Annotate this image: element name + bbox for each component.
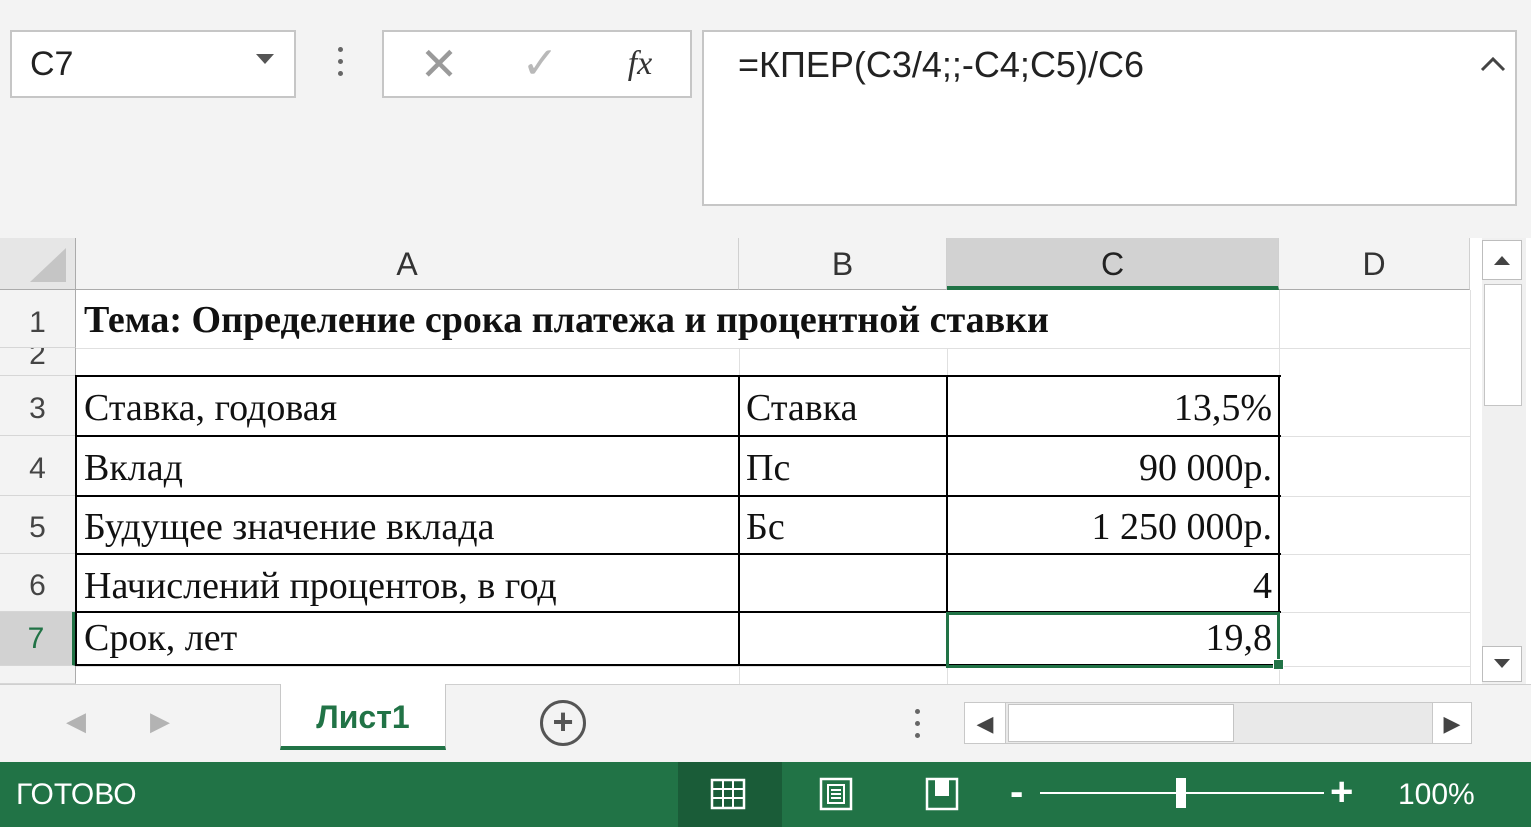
next-sheet-icon[interactable]: ▶ — [150, 706, 170, 737]
cell-a6[interactable]: Начислений процентов, в год — [84, 564, 557, 608]
row-header-1[interactable]: 1 — [0, 290, 76, 348]
row-header-6[interactable]: 6 — [0, 554, 76, 612]
enter-check-icon[interactable]: ✓ — [512, 32, 568, 96]
gridline — [947, 348, 948, 376]
collapse-formula-bar-icon[interactable] — [1478, 52, 1508, 76]
more-options-icon[interactable] — [910, 706, 924, 746]
prev-sheet-icon[interactable]: ◀ — [66, 706, 86, 737]
select-all-icon — [30, 248, 66, 282]
cell-c4[interactable]: 90 000р. — [950, 446, 1272, 490]
column-header-a[interactable]: A — [76, 238, 739, 290]
formula-input[interactable]: =КПЕР(C3/4;;-C4;C5)/C6 — [702, 30, 1517, 206]
chevron-down-icon[interactable] — [256, 54, 274, 64]
cell-c6[interactable]: 4 — [950, 564, 1272, 608]
row-header-7[interactable]: 7 — [0, 612, 76, 666]
gridline — [1279, 496, 1470, 497]
gridline — [947, 666, 948, 684]
gridline — [1279, 554, 1470, 555]
cell-c5[interactable]: 1 250 000р. — [950, 505, 1273, 549]
scroll-right-button[interactable]: ▶ — [1432, 702, 1472, 744]
zoom-out-button[interactable]: - — [1010, 766, 1023, 818]
active-cell-selection[interactable] — [946, 612, 1280, 668]
gridline — [1279, 612, 1470, 613]
table-border — [75, 553, 1281, 555]
scroll-up-button[interactable] — [1482, 240, 1522, 280]
column-header-b[interactable]: B — [739, 238, 947, 290]
scroll-left-button[interactable]: ◀ — [964, 702, 1006, 744]
row-header-8[interactable] — [0, 666, 76, 684]
page-layout-view-icon[interactable] — [818, 776, 854, 812]
zoom-in-button[interactable]: + — [1330, 766, 1353, 818]
page-break-view-icon[interactable] — [924, 776, 960, 812]
zoom-level[interactable]: 100% — [1398, 762, 1475, 827]
cell-a7[interactable]: Срок, лет — [84, 616, 237, 660]
normal-view-icon[interactable] — [710, 776, 746, 812]
table-border — [75, 375, 77, 666]
row-header-5[interactable]: 5 — [0, 496, 76, 554]
scroll-down-button[interactable] — [1482, 646, 1522, 682]
zoom-slider-thumb[interactable] — [1176, 778, 1186, 808]
table-border — [75, 435, 1281, 437]
cell-c3[interactable]: 13,5% — [950, 386, 1272, 430]
gridline — [1279, 436, 1470, 437]
fill-handle[interactable] — [1273, 659, 1284, 670]
cancel-icon[interactable]: ✕ — [414, 32, 464, 96]
status-text: ГОТОВО — [16, 778, 137, 811]
vertical-scroll-thumb[interactable] — [1484, 284, 1522, 406]
row-header-3[interactable]: 3 — [0, 376, 76, 436]
cell-a3[interactable]: Ставка, годовая — [84, 386, 337, 430]
row-header-4[interactable]: 4 — [0, 436, 76, 496]
name-box[interactable]: C7 — [10, 30, 296, 98]
insert-function-button[interactable]: fx — [610, 32, 670, 96]
horizontal-scroll-thumb[interactable] — [1008, 704, 1234, 742]
plus-circle-icon[interactable]: + — [540, 700, 586, 746]
gridline — [739, 348, 740, 376]
more-options-icon[interactable] — [330, 44, 350, 84]
gridline — [76, 348, 1470, 349]
table-border — [75, 495, 1281, 497]
cell-a4[interactable]: Вклад — [84, 446, 183, 490]
table-border — [738, 375, 740, 666]
cell-b5[interactable]: Бс — [746, 505, 785, 549]
column-header-d[interactable]: D — [1279, 238, 1470, 290]
column-header-c[interactable]: C — [947, 238, 1279, 290]
table-border — [75, 375, 1281, 377]
gridline — [739, 666, 740, 684]
cell-b3[interactable]: Ставка — [746, 386, 857, 430]
formula-buttons: ✕ ✓ fx — [382, 30, 692, 98]
cell-b4[interactable]: Пс — [746, 446, 790, 490]
cell-a5[interactable]: Будущее значение вклада — [84, 505, 494, 549]
sheet-tab-list1[interactable]: Лист1 — [280, 684, 446, 750]
gridline — [1470, 290, 1471, 684]
row-header-2[interactable]: 2 — [0, 348, 76, 376]
cell-a1[interactable]: Тема: Определение срока платежа и процен… — [84, 298, 1049, 342]
